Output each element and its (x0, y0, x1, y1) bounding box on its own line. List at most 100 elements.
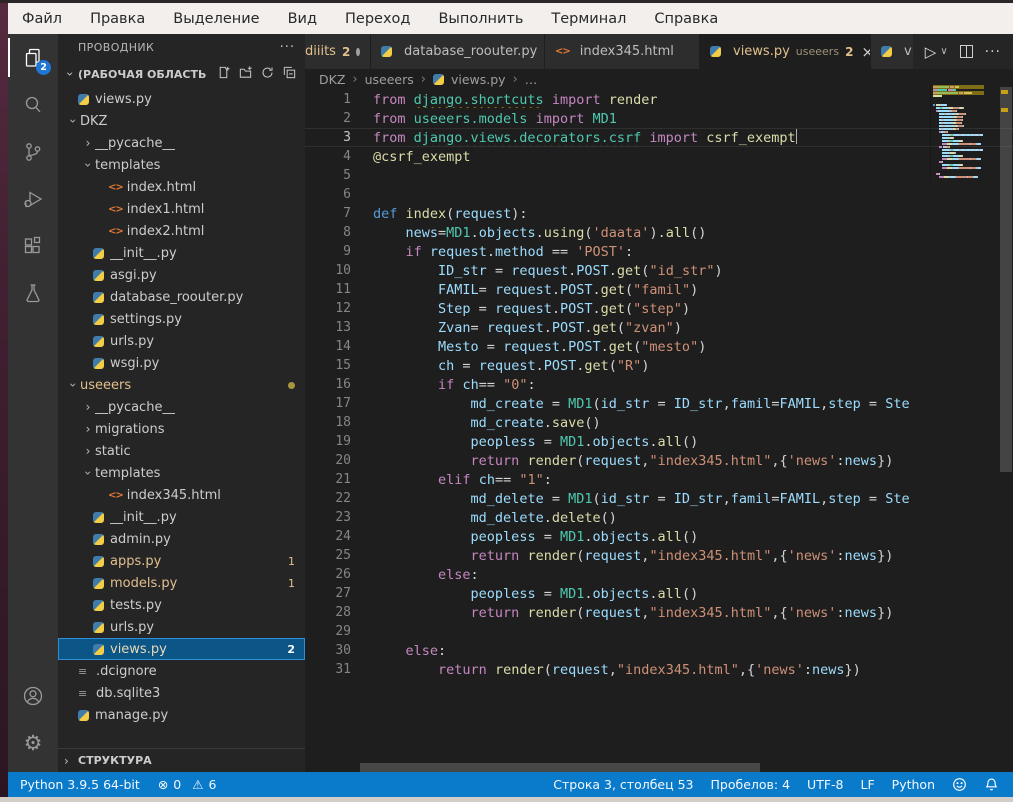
menu-item-8[interactable]: Справка (654, 11, 718, 27)
tab-diiits[interactable]: diiits2 (305, 34, 371, 69)
code-line-9[interactable]: 9 if request.method == 'POST': (305, 242, 1013, 261)
tree-item-admin-py[interactable]: admin.py (58, 528, 305, 550)
activity-source-control-icon[interactable] (8, 128, 58, 175)
tree-item--dcignore[interactable]: ≡.dcignore (58, 660, 305, 682)
code-line-31[interactable]: 31 return render(request,"index345.html"… (305, 660, 1013, 679)
code-line-20[interactable]: 20 return render(request,"index345.html"… (305, 451, 1013, 470)
code-line-5[interactable]: 5 (305, 166, 1013, 185)
tree-item-views-py[interactable]: views.py2 (58, 638, 305, 660)
tree-item-settings-py[interactable]: settings.py (58, 308, 305, 330)
workspace-section-header[interactable]: › (РАБОЧАЯ ОБЛАСТЬ) ... (58, 60, 305, 88)
activity-settings-icon[interactable]: ⚙ (8, 719, 58, 766)
split-editor-icon[interactable] (960, 45, 973, 58)
tree-item-manage-py[interactable]: manage.py (58, 704, 305, 726)
tab-index345-html[interactable]: <>index345.html (545, 34, 700, 69)
activity-testing-icon[interactable] (8, 269, 58, 316)
tree-item-migrations[interactable]: ›migrations (58, 418, 305, 440)
code-line-25[interactable]: 25 return render(request,"index345.html"… (305, 546, 1013, 565)
python-interpreter-status[interactable]: Python 3.9.5 64-bit (20, 777, 140, 792)
tree-item-dkz[interactable]: ›DKZ (58, 110, 305, 132)
code-line-30[interactable]: 30 else: (305, 641, 1013, 660)
code-line-11[interactable]: 11 FAMIL= request.POST.get("famil") (305, 280, 1013, 299)
notifications-bell-icon[interactable] (984, 777, 999, 792)
code-line-7[interactable]: 7def index(request): (305, 204, 1013, 223)
tree-item-apps-py[interactable]: apps.py1 (58, 550, 305, 572)
menu-item-5[interactable]: Переход (345, 11, 410, 27)
tree-item-useeers[interactable]: ›useeers (58, 374, 305, 396)
code-line-14[interactable]: 14 Mesto = request.POST.get("mesto") (305, 337, 1013, 356)
status-cursor-position[interactable]: Строка 3, столбец 53 (553, 777, 693, 792)
code-line-18[interactable]: 18 md_create.save() (305, 413, 1013, 432)
tree-item-asgi-py[interactable]: asgi.py (58, 264, 305, 286)
vertical-scrollbar[interactable] (999, 84, 1013, 772)
new-file-icon[interactable] (216, 65, 231, 84)
tree-item--pycache-[interactable]: ›__pycache__ (58, 132, 305, 154)
code-line-29[interactable]: 29 (305, 622, 1013, 641)
activity-search-icon[interactable] (8, 81, 58, 128)
tree-item-views-py[interactable]: views.py (58, 88, 305, 110)
feedback-smiley-icon[interactable] (952, 777, 967, 792)
code-line-2[interactable]: 2from useeers.models import MD1 (305, 109, 1013, 128)
code-line-13[interactable]: 13 Zvan= request.POST.get("zvan") (305, 318, 1013, 337)
code-line-22[interactable]: 22 md_delete = MD1(id_str = ID_str,famil… (305, 489, 1013, 508)
tree-item--init-py[interactable]: __init__.py (58, 506, 305, 528)
breadcrumb-item-views-py[interactable]: views.py (451, 72, 506, 87)
menu-item-1[interactable]: Файл (22, 11, 62, 27)
breadcrumb-item-useeers[interactable]: useeers (365, 72, 414, 87)
code-line-15[interactable]: 15 ch = request.POST.get("R") (305, 356, 1013, 375)
tree-item-wsgi-py[interactable]: wsgi.py (58, 352, 305, 374)
code-line-27[interactable]: 27 peopless = MD1.objects.all() (305, 584, 1013, 603)
tree-item-index345-html[interactable]: <>index345.html (58, 484, 305, 506)
tree-item-index1-html[interactable]: <>index1.html (58, 198, 305, 220)
tree-item-index-html[interactable]: <>index.html (58, 176, 305, 198)
outline-section-header[interactable]: › СТРУКТУРА (58, 748, 305, 772)
menu-item-7[interactable]: Терминал (551, 11, 626, 27)
code-line-3[interactable]: 3from django.views.decorators.csrf impor… (305, 128, 1013, 147)
collapse-all-icon[interactable] (282, 65, 297, 84)
tree-item-db-sqlite3[interactable]: ≡db.sqlite3 (58, 682, 305, 704)
run-button[interactable]: ▷ (925, 43, 937, 61)
breadcrumb-item-dkz[interactable]: DKZ (319, 72, 345, 87)
vertical-scrollbar-thumb[interactable] (1000, 87, 1012, 472)
problems-status[interactable]: ⊗0⚠6 (158, 777, 217, 792)
code-line-12[interactable]: 12 Step = request.POST.get("step") (305, 299, 1013, 318)
tree-item--pycache-[interactable]: ›__pycache__ (58, 396, 305, 418)
code-line-24[interactable]: 24 peopless = MD1.objects.all() (305, 527, 1013, 546)
tree-item-index2-html[interactable]: <>index2.html (58, 220, 305, 242)
minimap[interactable] (930, 84, 998, 181)
menu-item-3[interactable]: Выделение (173, 11, 259, 27)
code-line-16[interactable]: 16 if ch== "0": (305, 375, 1013, 394)
code-line-6[interactable]: 6 (305, 185, 1013, 204)
breadcrumb-item--[interactable]: … (525, 72, 538, 87)
status-indentation[interactable]: Пробелов: 4 (711, 777, 791, 792)
tree-item-templates[interactable]: ›templates (58, 154, 305, 176)
status-language[interactable]: Python (892, 777, 935, 792)
tab-database-roouter-py[interactable]: database_roouter.py (371, 34, 545, 69)
refresh-icon[interactable] (260, 65, 275, 84)
sidebar-more-icon[interactable]: ··· (280, 40, 295, 55)
activity-run-debug-icon[interactable] (8, 175, 58, 222)
code-line-19[interactable]: 19 peopless = MD1.objects.all() (305, 432, 1013, 451)
tree-item-templates[interactable]: ›templates (58, 462, 305, 484)
code-line-21[interactable]: 21 elif ch== "1": (305, 470, 1013, 489)
menu-item-6[interactable]: Выполнить (438, 11, 523, 27)
tree-item-database-roouter-py[interactable]: database_roouter.py (58, 286, 305, 308)
code-line-8[interactable]: 8 news=MD1.objects.using('daata').all() (305, 223, 1013, 242)
tree-item-static[interactable]: ›static (58, 440, 305, 462)
code-line-4[interactable]: 4@csrf_exempt (305, 147, 1013, 166)
code-line-10[interactable]: 10 ID_str = request.POST.get("id_str") (305, 261, 1013, 280)
tree-item-tests-py[interactable]: tests.py (58, 594, 305, 616)
new-folder-icon[interactable] (238, 65, 253, 84)
tree-item-urls-py[interactable]: urls.py (58, 330, 305, 352)
code-line-26[interactable]: 26 else: (305, 565, 1013, 584)
close-icon[interactable]: × (861, 43, 871, 61)
menu-item-4[interactable]: Вид (288, 11, 317, 27)
activity-extensions-icon[interactable] (8, 222, 58, 269)
tree-item--init-py[interactable]: __init__.py (58, 242, 305, 264)
menu-item-2[interactable]: Правка (90, 11, 145, 27)
status-eol[interactable]: LF (861, 777, 875, 792)
code-line-28[interactable]: 28 return render(request,"index345.html"… (305, 603, 1013, 622)
code-line-1[interactable]: 1from django.shortcuts import render (305, 90, 1013, 109)
tab-views-py[interactable]: views.pyuseeers2× (700, 34, 871, 69)
code-line-17[interactable]: 17 md_create = MD1(id_str = ID_str,famil… (305, 394, 1013, 413)
